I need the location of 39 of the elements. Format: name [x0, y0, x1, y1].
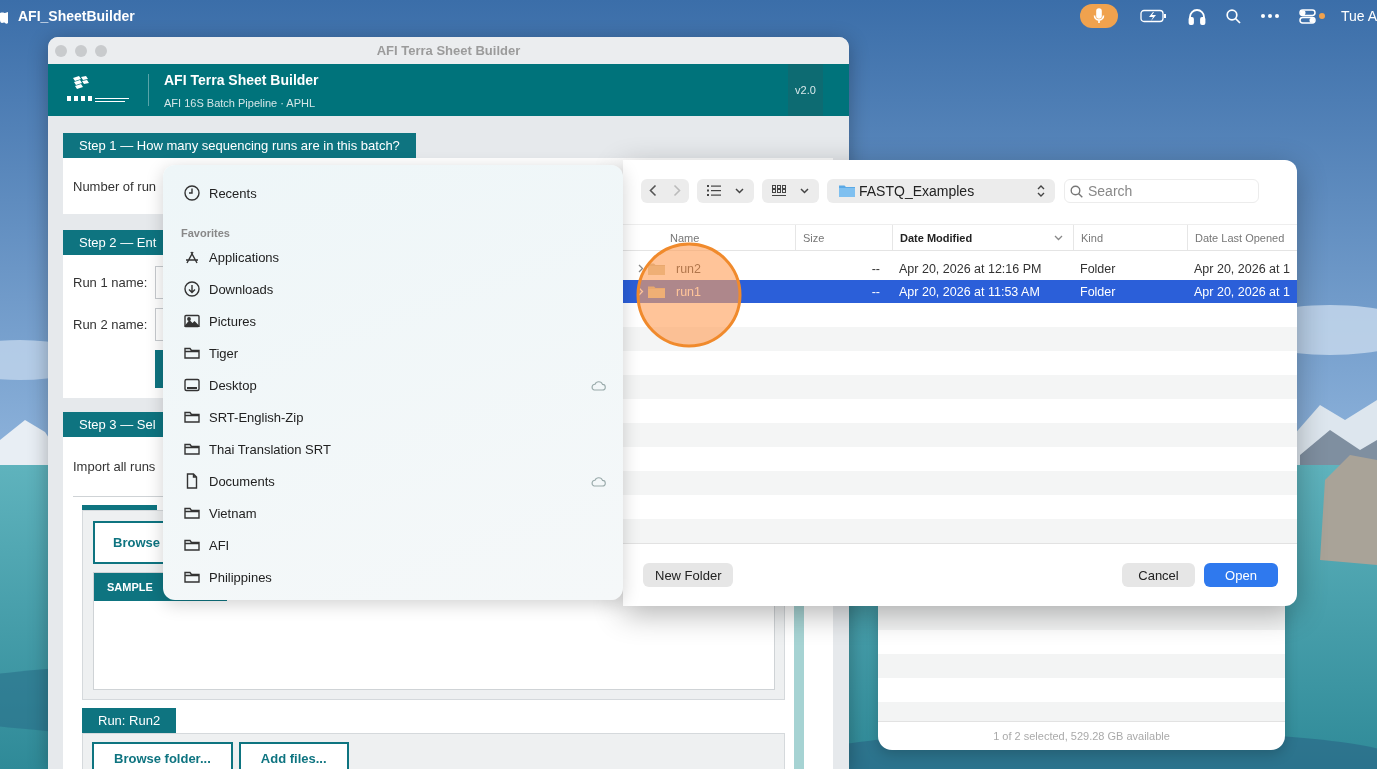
file-button[interactable]: Browse folder... [92, 742, 233, 769]
sidebar-item[interactable]: Recents [183, 177, 623, 209]
sidebar-item[interactable]: Thai Translation SRT [183, 433, 623, 465]
sidebar-item[interactable]: Documents [183, 465, 623, 497]
file-button[interactable]: Add files... [238, 742, 349, 769]
status-text: 1 of 2 selected, 529.28 GB available [993, 730, 1170, 742]
sidebar-item[interactable]: Desktop [183, 369, 623, 401]
sidebar-item[interactable]: Vietnam [183, 497, 623, 529]
new-folder-button[interactable]: New Folder [643, 563, 734, 588]
clock-text[interactable]: Tue A [1340, 8, 1377, 24]
field-label: Number of run [73, 178, 157, 194]
column-header[interactable]: Date Modified [900, 231, 973, 244]
open-button[interactable]: Open [1204, 563, 1278, 588]
run-tab[interactable]: Run: Run2 [82, 708, 177, 733]
section-label: Favorites [181, 227, 231, 241]
sidebar-item[interactable]: Downloads [183, 273, 623, 305]
app-name[interactable]: AFI_SheetBuilder [18, 8, 135, 24]
cancel-button[interactable]: Cancel [1122, 563, 1195, 588]
column-header[interactable]: Kind [1081, 231, 1104, 244]
sidebar-item[interactable]: SRT-English-Zip [183, 401, 623, 433]
column-header[interactable]: Name [670, 231, 700, 244]
location-popup[interactable]: FASTQ_Examples [827, 178, 1055, 203]
sidebar-item[interactable]: Applications [183, 241, 623, 273]
field-label: Run 1 name: [73, 275, 149, 290]
instruction-text: Import all runs [73, 459, 156, 474]
column-header[interactable]: Date Last Opened [1195, 231, 1285, 244]
step-header: Step 1 — How many sequencing runs are in this batch? [63, 133, 416, 158]
app-subtitle: AFI 16S Batch Pipeline · APHL [164, 96, 317, 109]
search-field[interactable]: Search [1064, 178, 1259, 203]
column-header[interactable]: Size [803, 231, 825, 244]
field-label: Run 2 name: [73, 317, 149, 332]
app-title: AFI Terra Sheet Builder [164, 71, 320, 88]
version-badge: v2.0 [788, 64, 823, 116]
file-row[interactable]: run1 -- Apr 20, 2026 at 11:53 AM Folder Apr 20, 2026 at 1 [623, 280, 1297, 304]
sidebar-item[interactable]: Tiger [183, 337, 623, 369]
sidebar-item[interactable]: Pictures [183, 305, 623, 337]
file-row[interactable]: run2 -- Apr 20, 2026 at 12:16 PM Folder Apr 20, 2026 at 1 [623, 257, 1297, 281]
sidebar-item[interactable]: AFI [183, 529, 623, 561]
window-title: AFI Terra Sheet Builder [376, 43, 521, 58]
